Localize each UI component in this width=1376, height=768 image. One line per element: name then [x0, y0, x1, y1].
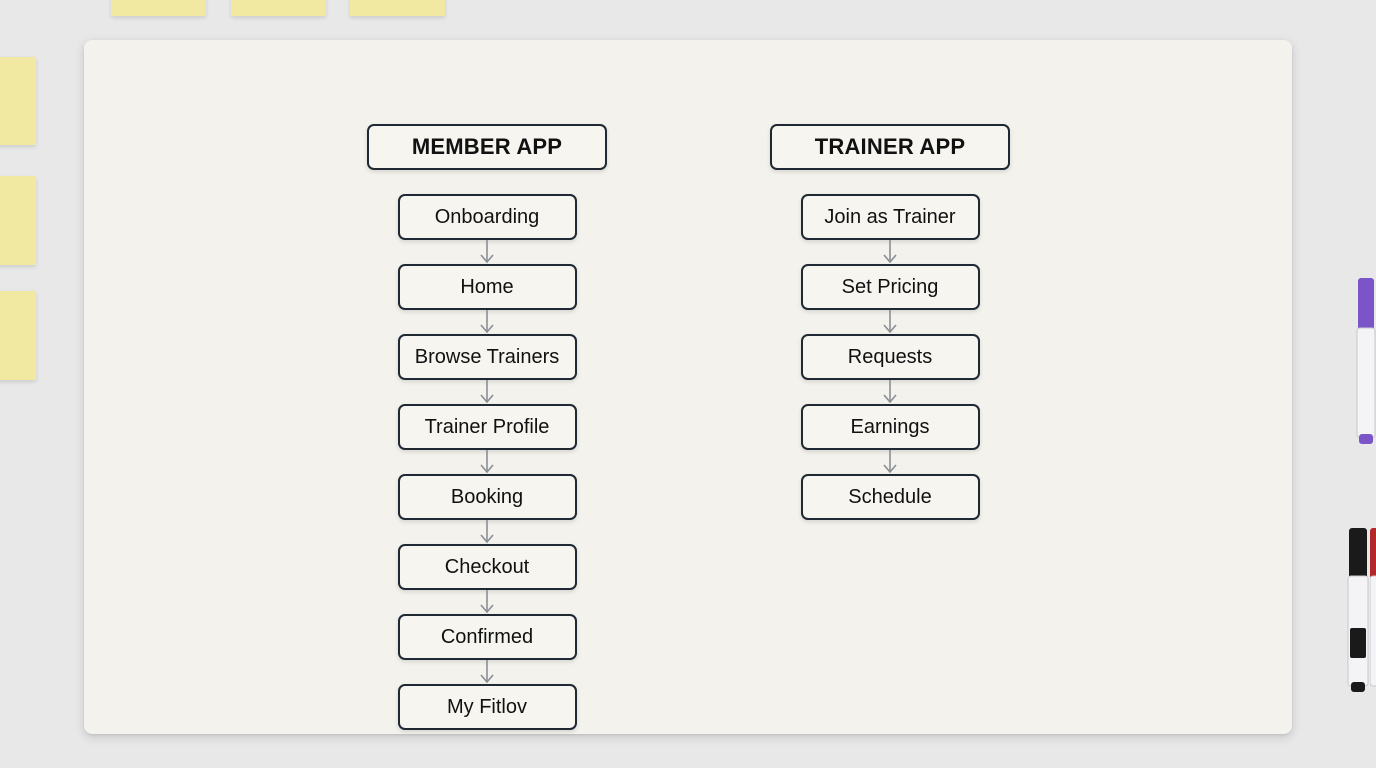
whiteboard: MEMBER APP Onboarding Home Browse Trainers…	[84, 40, 1292, 734]
flow-arrow	[480, 240, 494, 264]
flow-step: Home	[397, 264, 577, 310]
flow-arrow	[883, 450, 897, 474]
flow-step: Browse Trainers	[397, 334, 577, 380]
trainer-app-column: TRAINER APP Join as Trainer Set Pricing Re…	[770, 124, 1010, 520]
black-marker[interactable]	[1346, 528, 1370, 696]
flow-step: Schedule	[800, 474, 980, 520]
flow-arrow	[883, 380, 897, 404]
flow-arrow	[480, 450, 494, 474]
flow-arrow	[480, 380, 494, 404]
flow-step: Confirmed	[397, 614, 577, 660]
flow-step: Earnings	[800, 404, 980, 450]
flow-step: Onboarding	[397, 194, 577, 240]
flow-step: Join as Trainer	[800, 194, 980, 240]
flow-step: Trainer Profile	[397, 404, 577, 450]
trainer-app-flow: Join as Trainer Set Pricing Requests Earnin…	[800, 194, 980, 520]
member-app-column: MEMBER APP Onboarding Home Browse Trainers…	[367, 124, 607, 730]
sticky-note	[0, 57, 36, 145]
whiteboard-scene: { "member_app": { "title": "MEMBER APP",…	[0, 0, 1376, 768]
red-marker[interactable]	[1370, 528, 1376, 696]
flow-step: My Fitlov	[397, 684, 577, 730]
sticky-note	[231, 0, 326, 16]
flow-step: Checkout	[397, 544, 577, 590]
sticky-note	[0, 176, 36, 265]
flow-step: Booking	[397, 474, 577, 520]
member-app-flow: Onboarding Home Browse Trainers Trainer Pro…	[397, 194, 577, 730]
flow-arrow	[480, 520, 494, 544]
flow-arrow	[883, 310, 897, 334]
sticky-note	[111, 0, 206, 16]
sticky-note	[0, 291, 36, 380]
flow-arrow	[480, 590, 494, 614]
member-app-title: MEMBER APP	[367, 124, 607, 170]
flow-arrow	[480, 310, 494, 334]
flow-step: Set Pricing	[800, 264, 980, 310]
flow-arrow	[883, 240, 897, 264]
flow-arrow	[480, 660, 494, 684]
sticky-note	[350, 0, 445, 16]
purple-marker[interactable]	[1354, 278, 1376, 446]
trainer-app-title: TRAINER APP	[770, 124, 1010, 170]
flow-step: Requests	[800, 334, 980, 380]
